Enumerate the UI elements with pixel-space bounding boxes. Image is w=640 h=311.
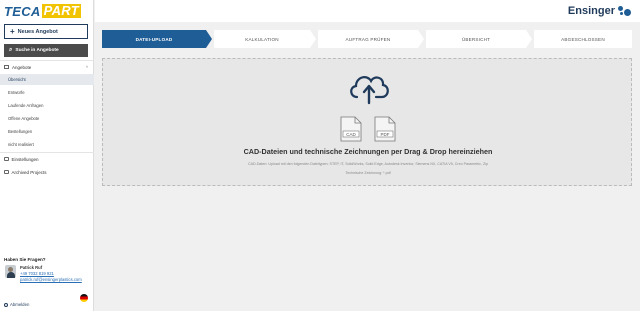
- search-offers-label: Suche in Angebote: [15, 48, 59, 53]
- help-title: Haben Sie Fragen?: [4, 257, 46, 262]
- company-name: Ensinger: [567, 5, 615, 17]
- logo-text-part: PART: [41, 3, 81, 18]
- dropzone-title: CAD-Dateien und technische Zeichnungen p…: [243, 147, 493, 156]
- step-arrow: [418, 30, 424, 48]
- list-icon: [4, 65, 9, 69]
- contact-info: Patrick Ruf +49 7032 819 921 patrick.ruf…: [20, 265, 82, 283]
- step-completed[interactable]: ABGESCHLOSSEN: [534, 30, 632, 48]
- divider: [0, 60, 94, 61]
- logo-text-teca: TECA: [4, 3, 41, 19]
- plus-icon: +: [10, 27, 15, 36]
- sidebar-item-orders[interactable]: Bestellungen: [0, 126, 94, 137]
- tecapart-logo[interactable]: TECA PART: [4, 3, 81, 19]
- step-arrow: [206, 30, 212, 48]
- step-label: ÜBERSICHT: [461, 36, 491, 42]
- step-arrow: [310, 30, 316, 48]
- ensinger-dots-icon: [618, 5, 632, 17]
- sidebar-item-label: Bestellungen: [8, 129, 33, 134]
- progress-stepper: DATEI-UPLOAD KALKULATION AUFTRAG PRÜFEN …: [102, 30, 632, 48]
- step-file-upload[interactable]: DATEI-UPLOAD: [102, 30, 206, 48]
- nav-section-offers[interactable]: Angebote ^: [4, 63, 90, 71]
- cad-file-label: CAD: [346, 132, 356, 137]
- ensinger-logo[interactable]: Ensinger: [568, 5, 632, 17]
- avatar: [5, 265, 16, 278]
- dropzone-hint-cad: CAD-Daten: Upload mit den folgenden Date…: [248, 162, 488, 166]
- pdf-file-label: PDF: [381, 132, 390, 137]
- sidebar-item-label: Offene Angebote: [8, 116, 40, 121]
- step-label: AUFTRAG PRÜFEN: [345, 36, 391, 42]
- sidebar-item-label: Entwürfe: [8, 90, 25, 95]
- sidebar-item-label: nicht realisiert: [8, 142, 34, 147]
- language-flag-icon[interactable]: [80, 294, 88, 302]
- pdf-file-icon: PDF: [374, 116, 396, 142]
- file-types-icon: CAD PDF: [340, 116, 396, 142]
- dropzone-hint-drawing: Technische Zeichnung: *.pdf: [345, 171, 391, 175]
- sidebar-item-archived-projects[interactable]: Archived Projects: [4, 167, 90, 177]
- search-offers-button[interactable]: ⌕ Suche in Angebote: [4, 44, 88, 57]
- logout-label: Abmelden: [10, 302, 30, 307]
- cad-file-icon: CAD: [340, 116, 362, 142]
- sidebar-item-running-requests[interactable]: Laufende Anfragen: [0, 100, 94, 111]
- power-icon: [4, 302, 8, 307]
- sidebar-item-settings[interactable]: Einstellungen: [4, 154, 90, 164]
- logout-button[interactable]: Abmelden: [4, 302, 29, 307]
- sidebar-item-label: Einstellungen: [11, 156, 39, 162]
- new-offer-button[interactable]: + Neues Angebot: [4, 24, 88, 39]
- sidebar-item-not-realized[interactable]: nicht realisiert: [0, 139, 94, 150]
- sidebar-item-label: Archived Projects: [11, 169, 47, 175]
- chevron-up-icon[interactable]: ^: [86, 65, 88, 70]
- file-dropzone[interactable]: CAD PDF CAD-Dateien und technische Zeich…: [102, 58, 632, 186]
- cloud-upload-icon: [350, 76, 389, 105]
- sidebar-item-overview[interactable]: Übersicht: [0, 74, 94, 85]
- nav-section-label: Angebote: [12, 64, 32, 70]
- sidebar-item-open-offers[interactable]: Offene Angebote: [0, 113, 94, 124]
- new-offer-label: Neues Angebot: [17, 28, 58, 35]
- search-icon: ⌕: [9, 47, 13, 53]
- step-arrow: [526, 30, 532, 48]
- step-check-order[interactable]: AUFTRAG PRÜFEN: [318, 30, 418, 48]
- sidebar-item-label: Laufende Anfragen: [8, 103, 44, 108]
- gear-icon: [4, 156, 9, 162]
- step-label: DATEI-UPLOAD: [135, 36, 173, 42]
- archive-icon: [4, 169, 9, 175]
- top-header: Ensinger: [95, 0, 640, 22]
- step-label: ABGESCHLOSSEN: [561, 36, 605, 42]
- step-overview[interactable]: ÜBERSICHT: [426, 30, 526, 48]
- sidebar-item-label: Übersicht: [8, 77, 26, 82]
- step-calculation[interactable]: KALKULATION: [214, 30, 310, 48]
- contact-email-link[interactable]: patrick.ruf@ensingerplastics.com: [20, 277, 82, 283]
- sidebar-item-drafts[interactable]: Entwürfe: [0, 87, 94, 98]
- sidebar: TECA PART + Neues Angebot ⌕ Suche in Ang…: [0, 0, 94, 311]
- divider: [0, 152, 94, 153]
- step-label: KALKULATION: [245, 36, 279, 42]
